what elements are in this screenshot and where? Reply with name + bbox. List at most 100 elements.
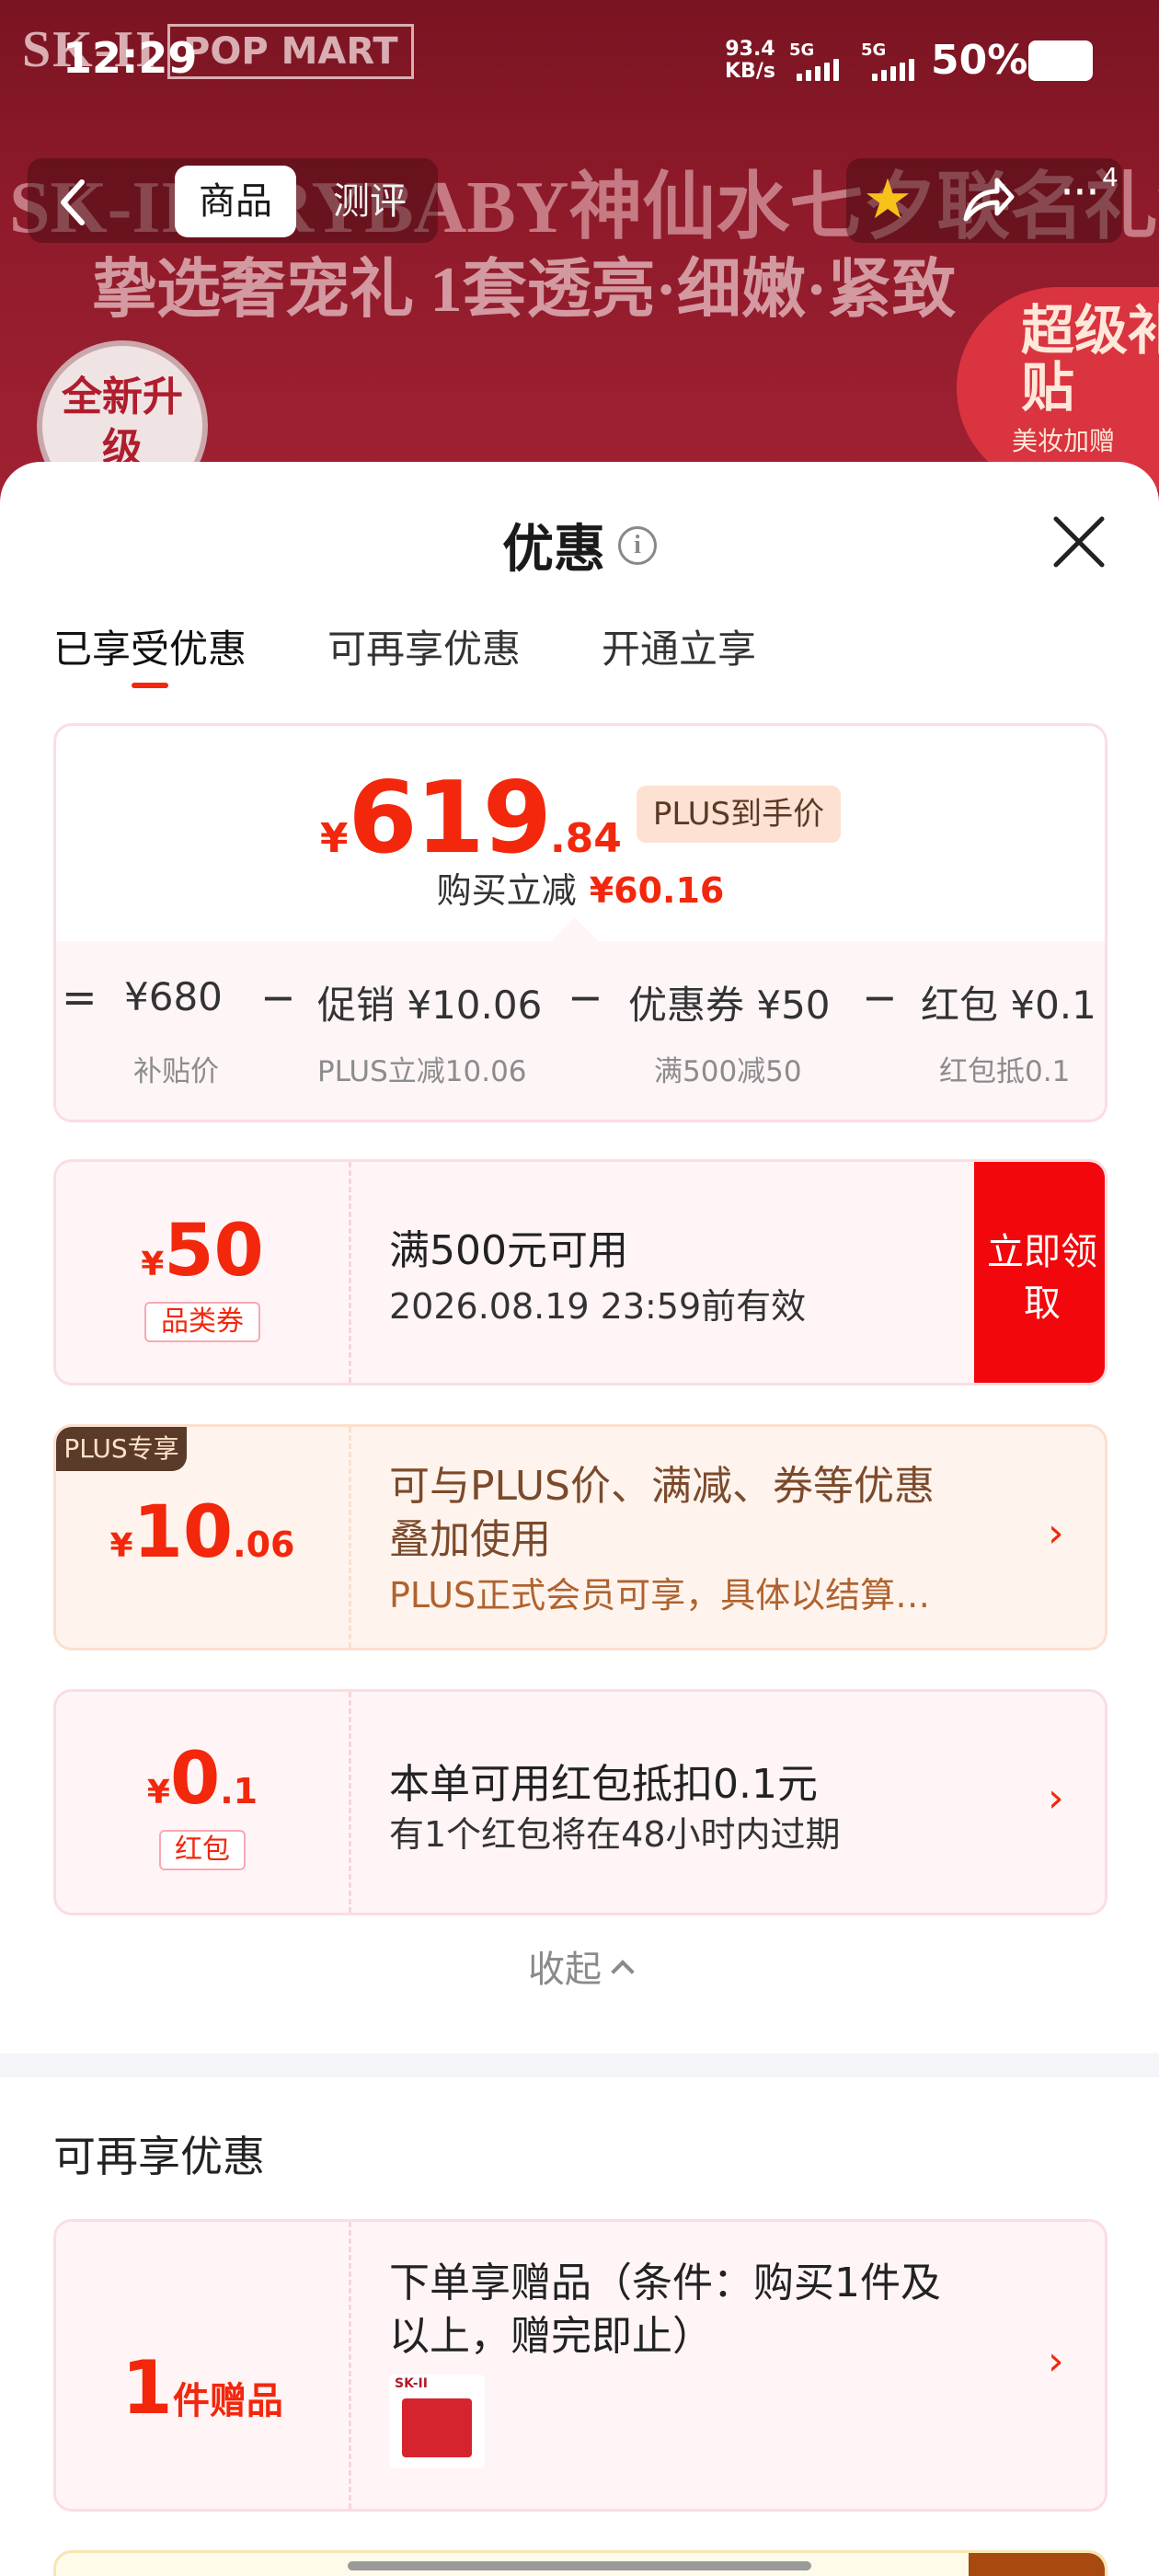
- coupon-divider: [349, 1162, 351, 1383]
- coupon-condition: 满500元可用: [389, 1227, 628, 1274]
- coupon-value: 50: [164, 1210, 264, 1293]
- term-red-packet: 红包 ¥0.1: [921, 983, 1096, 1028]
- red-packet-expiry-note: 有1个红包将在48小时内过期: [389, 1814, 841, 1855]
- chevron-right-icon[interactable]: ›: [1048, 2338, 1064, 2385]
- claim-coupon-button[interactable]: 立即领取: [974, 1162, 1105, 1383]
- collapse-button[interactable]: 收起: [0, 1939, 1159, 1993]
- battery-percent: 50%: [931, 37, 1028, 84]
- plus-discount-amount: ¥10.06: [56, 1491, 349, 1574]
- red-packet-currency: ¥: [146, 1774, 170, 1811]
- gift-count: 1: [121, 2345, 173, 2431]
- term-red-packet-note: 红包抵0.1: [939, 1055, 1071, 1088]
- tab-enjoyed-label: 已享受优惠: [53, 627, 247, 672]
- gift-unit: 件赠品: [172, 2380, 283, 2422]
- red-packet-decimal: .1: [220, 1771, 258, 1811]
- sheet-header: 优惠 i: [0, 508, 1159, 582]
- formula-pointer: [551, 917, 599, 965]
- red-packet-desc: 本单可用红包抵扣0.1元: [389, 1761, 818, 1808]
- tab-activate[interactable]: 开通立享: [602, 618, 756, 674]
- subsidy-badge: 超级补贴 美妆加赠: [957, 287, 1159, 489]
- plus-discount-card[interactable]: PLUS专享 ¥10.06 可与PLUS价、满减、券等优惠 叠加使用 PLUS正…: [53, 1424, 1107, 1650]
- equals-sign: =: [62, 972, 98, 1022]
- price-currency: ¥: [319, 815, 349, 862]
- plus-exclusive-badge: PLUS专享: [56, 1427, 187, 1471]
- term-promotion-note: PLUS立减10.06: [317, 1055, 527, 1088]
- plus-discount-currency: ¥: [109, 1527, 133, 1565]
- chevron-up-icon: [611, 1960, 635, 1984]
- red-packet-card[interactable]: ¥0.1 红包 本单可用红包抵扣0.1元 有1个红包将在48小时内过期 ›: [53, 1689, 1107, 1915]
- plus-discount-decimal: .06: [233, 1524, 295, 1565]
- final-price: ¥619.84 PLUS到手价: [56, 761, 1105, 876]
- sheet-title: 优惠: [502, 520, 605, 580]
- favorite-star-icon[interactable]: ★: [857, 169, 918, 230]
- next-offer-action[interactable]: [969, 2553, 1105, 2576]
- gift-thumbnail-logo: SK-II: [395, 2376, 428, 2391]
- plus-discount-desc-cont: 叠加使用: [389, 1516, 551, 1563]
- home-indicator[interactable]: [348, 2561, 811, 2570]
- red-packet-tag: 红包: [159, 1830, 246, 1870]
- reduction-label: 购买立减: [436, 870, 577, 911]
- share-icon[interactable]: [957, 169, 1017, 230]
- status-bar: 12:29 93.4 KB/s 5G 5G 50%: [0, 0, 1159, 120]
- reduction-value: ¥60.16: [589, 870, 725, 911]
- plus-discount-desc: 可与PLUS价、满减、券等优惠: [389, 1463, 935, 1510]
- term-base-price-note: 补贴价: [133, 1055, 219, 1088]
- network-speed-unit: KB/s: [725, 60, 775, 83]
- minus-sign: −: [568, 972, 603, 1022]
- info-icon[interactable]: i: [618, 525, 657, 565]
- network-speed: 93.4 KB/s: [725, 39, 775, 83]
- tab-review[interactable]: 测评: [313, 166, 427, 237]
- minus-sign: −: [260, 972, 296, 1022]
- total-reduction: 购买立减 ¥60.16: [56, 862, 1105, 913]
- subsidy-badge-title: 超级补贴: [1021, 299, 1159, 419]
- discount-tabs: 已享受优惠 可再享优惠 开通立享: [53, 618, 756, 688]
- price-decimal: .84: [549, 815, 622, 862]
- red-packet-amount: ¥0.1: [56, 1738, 349, 1821]
- price-integer: 619: [348, 761, 551, 876]
- signal-2-label: 5G: [861, 40, 887, 60]
- gift-thumbnail: SK-II: [389, 2375, 485, 2468]
- banner-subline: 挚选奢宠礼 1套透亮·细嫩·紧致: [92, 255, 957, 326]
- price-formula: = ¥680 补贴价 − 促销 ¥10.06 PLUS立减10.06 − 优惠券…: [56, 917, 1105, 1120]
- red-packet-integer: 0: [169, 1738, 221, 1821]
- minus-sign: −: [862, 972, 898, 1022]
- gift-box-image: [402, 2398, 472, 2457]
- back-arrow-icon[interactable]: [31, 155, 114, 247]
- coupon-divider: [349, 1427, 351, 1648]
- signal-1-icon: 5G: [789, 40, 839, 81]
- more-discounts-title: 可再享优惠: [53, 2132, 265, 2181]
- category-coupon-card[interactable]: ¥50 品类券 满500元可用 2026.08.19 23:59前有效 立即领取: [53, 1159, 1107, 1386]
- section-divider: [0, 2053, 1159, 2077]
- tab-enjoyed[interactable]: 已享受优惠: [53, 618, 247, 688]
- tab-goods[interactable]: 商品: [175, 166, 296, 237]
- term-promotion: 促销 ¥10.06: [317, 983, 543, 1028]
- term-base-price: ¥680: [124, 974, 223, 1019]
- coupon-divider: [349, 1692, 351, 1913]
- chevron-right-icon[interactable]: ›: [1048, 1510, 1064, 1557]
- discount-sheet: 优惠 i 已享受优惠 可再享优惠 开通立享 ¥619.84 PLUS到手价 购买立减…: [0, 462, 1159, 2576]
- coupon-type-tag: 品类券: [144, 1302, 260, 1342]
- more-options-icon[interactable]: ···: [1049, 169, 1109, 230]
- tab-more-discounts[interactable]: 可再享优惠: [327, 618, 521, 674]
- status-time: 12:29: [63, 33, 198, 83]
- battery-icon: [1028, 40, 1093, 81]
- gift-card[interactable]: 1件赠品 下单享赠品（条件：购买1件及 以上，赠完即止） SK-II ›: [53, 2219, 1107, 2512]
- message-count-badge: 4: [1102, 162, 1119, 192]
- signal-1-label: 5G: [789, 40, 815, 60]
- active-tab-indicator: [132, 683, 168, 688]
- gift-condition-cont: 以上，赠完即止）: [389, 2313, 713, 2360]
- signal-2-icon: 5G: [861, 40, 914, 81]
- collapse-label: 收起: [528, 1949, 602, 1991]
- plus-price-tag: PLUS到手价: [636, 786, 842, 843]
- plus-discount-note: PLUS正式会员可享，具体以结算…: [389, 1575, 931, 1616]
- coupon-currency: ¥: [141, 1246, 165, 1283]
- coupon-divider: [349, 2222, 351, 2509]
- close-icon[interactable]: [1047, 510, 1111, 574]
- coupon-expiry: 2026.08.19 23:59前有效: [389, 1286, 807, 1327]
- price-summary-card: ¥619.84 PLUS到手价 购买立减 ¥60.16 = ¥680 补贴价 − 促…: [53, 723, 1107, 1122]
- subsidy-badge-sub: 美妆加赠: [1012, 426, 1116, 456]
- term-coupon-note: 满500减50: [654, 1055, 802, 1088]
- network-speed-value: 93.4: [725, 38, 775, 61]
- plus-discount-integer: 10: [132, 1491, 234, 1574]
- chevron-right-icon[interactable]: ›: [1048, 1775, 1064, 1822]
